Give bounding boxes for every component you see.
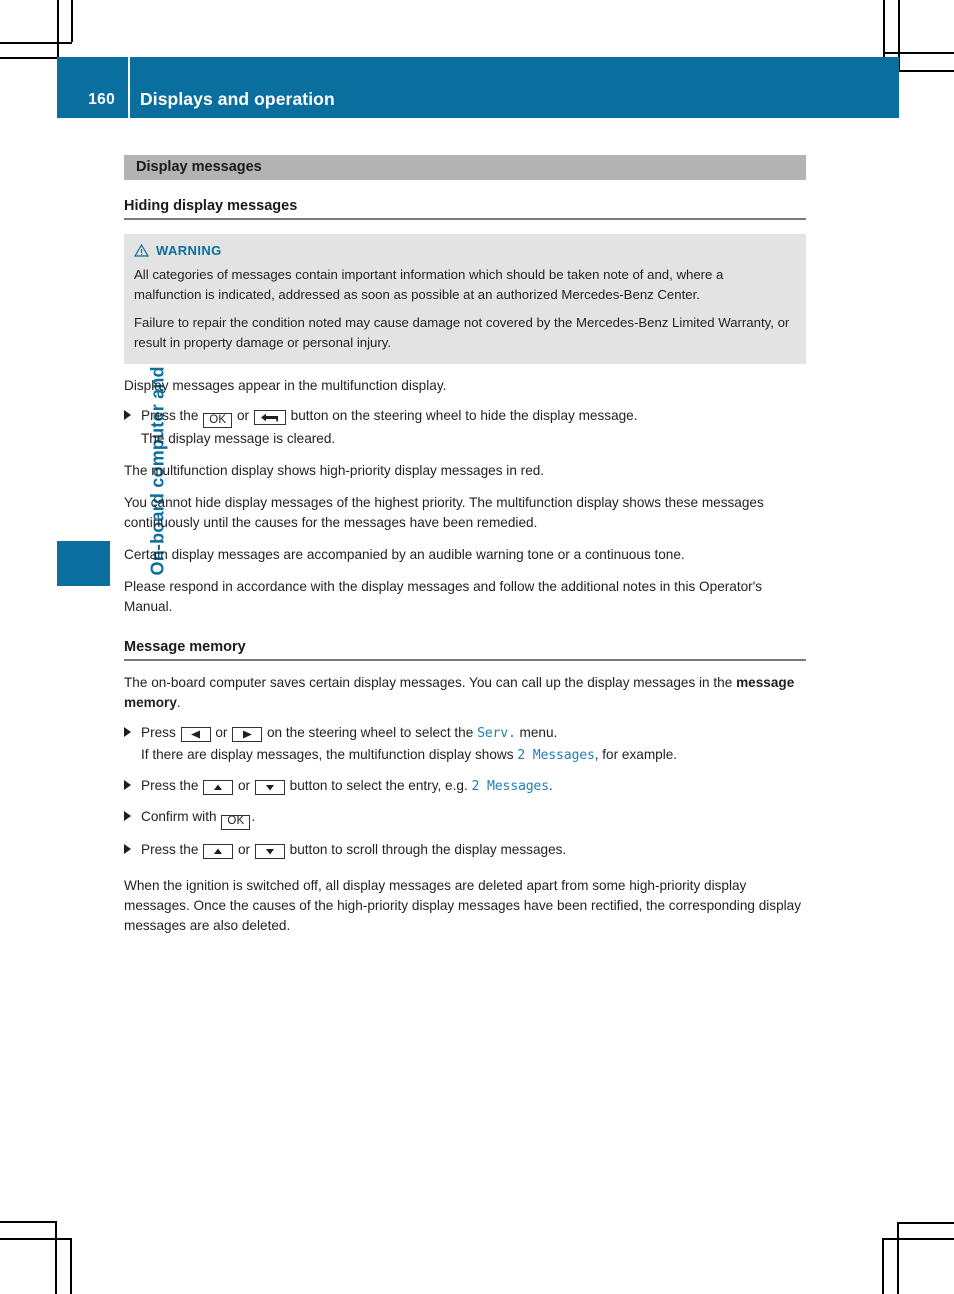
step-lead: Confirm with — [141, 809, 217, 825]
hiding-paragraph-2: You cannot hide display messages of the … — [124, 495, 764, 531]
step-tail: button on the steering wheel to hide the… — [290, 408, 638, 423]
arrow-down-icon[interactable] — [254, 780, 285, 796]
list-item: Press the or button to scroll through th… — [124, 830, 806, 860]
warning-paragraph-1: All categories of messages contain impor… — [134, 267, 724, 302]
step-lead: Press — [141, 725, 176, 741]
warning-label: WARNING — [156, 243, 222, 258]
page-title: Displays and operation — [140, 89, 335, 109]
content-column: Display messages Hiding display messages… — [124, 155, 806, 936]
arrow-left-icon[interactable] — [180, 727, 211, 743]
step-lead: Press the — [141, 408, 199, 423]
arrow-up-icon[interactable] — [203, 843, 234, 859]
step-lead: Press the — [141, 841, 199, 857]
warning-header: WARNING — [134, 243, 792, 258]
step-result-a: If there are display messages, the multi… — [141, 747, 514, 763]
step-tail: button to scroll through the display mes… — [289, 841, 567, 857]
cropmark-br-v1 — [882, 1238, 884, 1294]
step-result: If there are display messages, the multi… — [141, 744, 806, 766]
step-tail-2: menu. — [519, 725, 558, 741]
cropmark-bl-v2 — [70, 1238, 72, 1294]
list-item: Press or on the steering wheel to select… — [124, 713, 806, 766]
cropmark-tl-h2 — [0, 57, 58, 59]
list-item: Confirm with OK. — [124, 797, 806, 830]
step-tail: button to select the entry, e.g. — [289, 778, 468, 794]
bullet-triangle-icon — [124, 780, 131, 791]
cropmark-bl-h2 — [0, 1238, 72, 1240]
hiding-paragraph-1: The multifunction display shows high-pri… — [124, 463, 545, 479]
step-tail: on the steering wheel to select the — [266, 725, 474, 741]
bullet-triangle-icon — [124, 727, 131, 738]
step-result-b: , for example. — [594, 747, 678, 763]
memory-intro: The on-board computer saves certain disp… — [124, 661, 806, 713]
cropmark-tr-h1 — [883, 52, 954, 54]
section-heading: Display messages — [124, 155, 806, 180]
cropmark-br-h1 — [897, 1222, 954, 1224]
list-item: Press the or button to select the entry,… — [124, 766, 806, 797]
cropmark-tr-h2 — [898, 70, 954, 72]
page-header: 160 Displays and operation — [57, 57, 899, 118]
conjunction-or: or — [237, 841, 251, 857]
cropmark-tl-v1 — [57, 0, 59, 57]
conjunction-or: or — [237, 408, 250, 423]
hiding-paragraph-4: Please respond in accordance with the di… — [124, 579, 763, 615]
screen-text-serv: Serv. — [477, 726, 516, 742]
page-number: 160 — [88, 91, 115, 108]
cropmark-bl-v1 — [55, 1221, 57, 1294]
chapter-tab-marker — [57, 541, 110, 586]
step-result: The display message is cleared. — [141, 431, 336, 447]
step-lead: Press the — [141, 778, 199, 794]
cropmark-br-h2 — [882, 1238, 954, 1240]
cropmark-tr-v1 — [883, 0, 885, 57]
hiding-steps-list: Press the OK or button on the steering w… — [124, 396, 806, 449]
hiding-paragraph-3: Certain display messages are accompanied… — [124, 547, 685, 563]
bullet-triangle-icon — [124, 410, 131, 420]
screen-text-messages: 2 Messages — [471, 779, 550, 795]
warning-triangle-icon — [134, 244, 149, 257]
memory-intro-a: The on-board computer saves certain disp… — [124, 675, 733, 691]
arrow-down-icon[interactable] — [254, 843, 285, 859]
header-divider — [128, 57, 130, 118]
cropmark-tl-h1 — [0, 42, 72, 44]
bullet-triangle-icon — [124, 811, 131, 822]
arrow-up-icon[interactable] — [203, 780, 234, 796]
conjunction-or: or — [215, 725, 228, 741]
list-item: Press the OK or button on the steering w… — [124, 396, 806, 449]
arrow-right-icon[interactable] — [232, 727, 263, 743]
step-tail: . — [251, 809, 256, 825]
screen-text-messages: 2 Messages — [517, 748, 595, 764]
bullet-triangle-icon — [124, 843, 131, 854]
memory-outro: When the ignition is switched off, all d… — [124, 877, 802, 933]
subsection-heading-memory: Message memory — [124, 639, 806, 662]
cropmark-bl-h1 — [0, 1221, 57, 1223]
memory-intro-b: . — [176, 695, 181, 711]
conjunction-or: or — [237, 778, 251, 794]
step-tail-2: . — [548, 778, 553, 794]
key-ok[interactable]: OK — [203, 413, 233, 429]
back-arrow-icon[interactable] — [253, 410, 286, 425]
warning-box: WARNING All categories of messages conta… — [124, 234, 806, 364]
memory-steps-list: Press or on the steering wheel to select… — [124, 713, 806, 859]
warning-paragraph-2: Failure to repair the condition noted ma… — [134, 315, 790, 350]
key-ok[interactable]: OK — [221, 814, 251, 830]
subsection-heading-hiding: Hiding display messages — [124, 198, 806, 220]
cropmark-br-v2 — [897, 1222, 899, 1294]
cropmark-tl-v2 — [71, 0, 73, 42]
hiding-intro: Display messages appear in the multifunc… — [124, 378, 447, 393]
